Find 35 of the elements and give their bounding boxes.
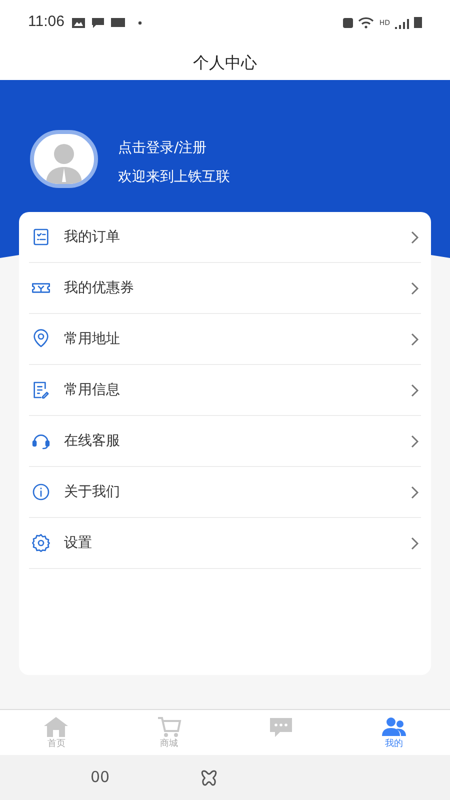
chevron-right-icon [411, 282, 419, 294]
chevron-right-icon [411, 384, 419, 396]
chevron-right-icon [411, 434, 419, 448]
cart-icon [156, 716, 182, 738]
info-icon [31, 482, 51, 502]
login-link[interactable]: 点击登录/注册 [118, 138, 230, 159]
tab[interactable]: 我的 [338, 710, 450, 755]
menu-item[interactable]: 常用地址 [29, 314, 421, 365]
chevron-right-icon [411, 332, 419, 346]
menu-item[interactable]: 设置 [29, 518, 421, 569]
menu-item[interactable]: 我的优惠券 [29, 263, 421, 314]
signal-icon [395, 16, 409, 28]
chevron-right-icon [411, 486, 419, 498]
location-pin-icon [31, 329, 51, 349]
house-icon [43, 716, 70, 738]
status-time: 11:06 [28, 12, 64, 32]
chat-icon [92, 18, 104, 28]
chevron-right-icon [411, 536, 419, 550]
dot-icon [138, 20, 142, 24]
page-title: 个人中心 [193, 52, 257, 74]
chevron-right-icon [411, 230, 419, 244]
document-edit-icon [31, 380, 51, 400]
recents-button[interactable]: 00 [90, 766, 110, 789]
menu-item[interactable]: 关于我们 [29, 467, 421, 518]
people-icon [380, 716, 407, 738]
menu-item[interactable]: 在线客服 [29, 416, 421, 467]
menu-item[interactable]: 我的订单 [29, 212, 421, 263]
settings-icon [31, 533, 51, 553]
chat-bubble-icon [268, 716, 294, 738]
home-button-icon[interactable] [200, 768, 218, 786]
clipboard-icon [31, 227, 51, 247]
welcome-text: 欢迎来到上铁互联 [118, 168, 230, 187]
image-icon [72, 18, 86, 28]
menu-item[interactable]: 常用信息 [29, 365, 421, 416]
wifi-icon [358, 16, 374, 28]
